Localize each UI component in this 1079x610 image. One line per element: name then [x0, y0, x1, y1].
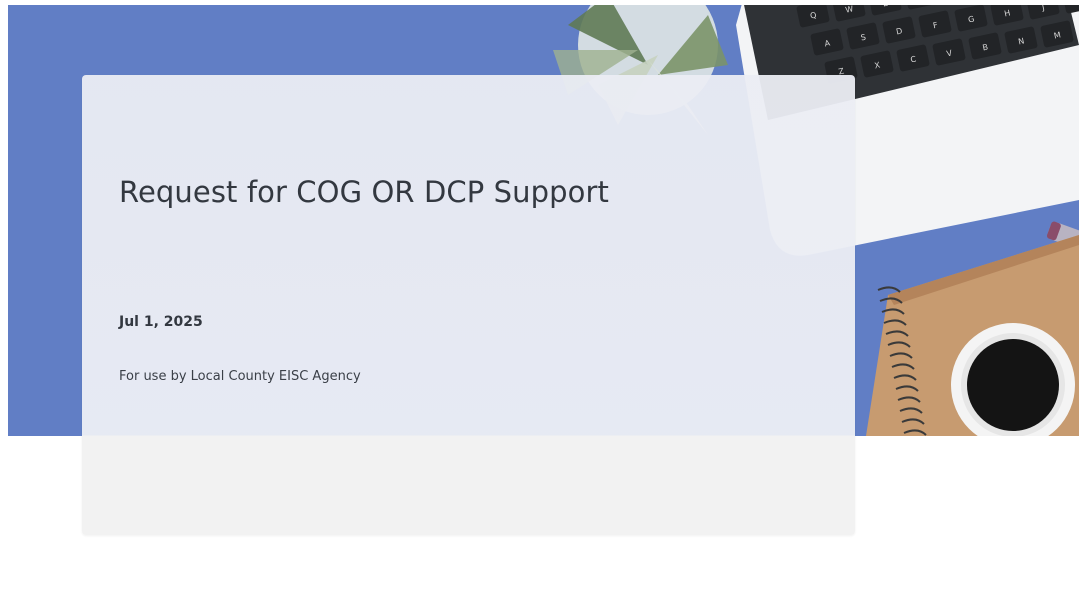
form-title: Request for COG OR DCP Support: [119, 175, 609, 209]
form-subtitle: For use by Local County EISC Agency: [119, 369, 361, 384]
form-header-card: Request for COG OR DCP Support Jul 1, 20…: [82, 75, 855, 535]
form-cover-page: QWERTYUASDFGHJKZXCVBNM Request for COG: [0, 0, 1079, 610]
form-date: Jul 1, 2025: [119, 314, 203, 330]
